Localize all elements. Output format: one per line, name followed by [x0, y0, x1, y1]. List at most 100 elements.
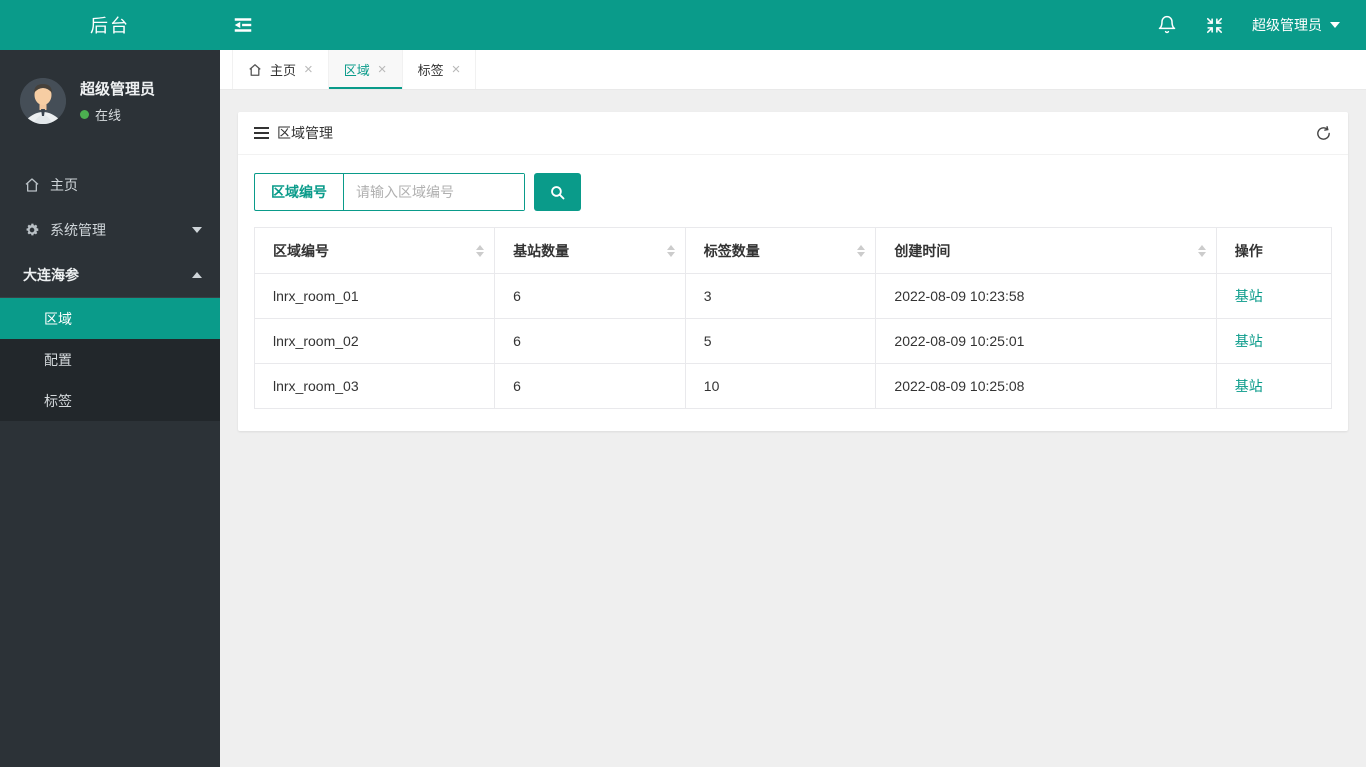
cell-area_id: lnrx_room_01 — [253, 273, 496, 319]
cell-base_stations: 6 — [494, 273, 686, 319]
sidebar-toggle-button[interactable] — [220, 0, 266, 50]
card-header: 区域管理 — [238, 112, 1348, 155]
column-header-1: 基站数量 — [494, 227, 686, 274]
table-body: lnrx_room_01 6 3 2022-08-09 10:23:58 基站 lnrx_… — [253, 273, 1333, 409]
chevron-up-icon — [192, 271, 202, 278]
user-dropdown[interactable]: 超级管理员 — [1252, 15, 1340, 35]
base-station-link[interactable]: 基站 — [1235, 333, 1263, 349]
base-station-link[interactable]: 基站 — [1235, 288, 1263, 304]
sidebar-subitem-label: 配置 — [44, 351, 72, 368]
refresh-button[interactable] — [1315, 125, 1332, 142]
sidebar-item-label: 主页 — [50, 176, 78, 193]
cell-base_stations: 6 — [494, 363, 686, 409]
close-icon[interactable]: × — [378, 62, 387, 77]
online-status-dot — [80, 110, 89, 119]
tab-label: 区域 — [343, 63, 370, 78]
sidebar-subitem-label: 区域 — [44, 310, 72, 327]
tab-tags[interactable]: 标签 × — [403, 50, 477, 89]
column-label: 基站数量 — [513, 242, 570, 259]
cell-action: 基站 — [1215, 273, 1333, 319]
bell-icon — [1157, 15, 1177, 35]
cell-action: 基站 — [1215, 363, 1333, 409]
sort-icon[interactable] — [476, 244, 485, 257]
search-button[interactable] — [534, 173, 581, 211]
sidebar-item-system[interactable]: 系统管理 — [0, 207, 220, 252]
search-icon — [549, 184, 566, 201]
sidebar-item-dalian-haishen[interactable]: 大连海参 — [0, 252, 220, 297]
user-dropdown-label: 超级管理员 — [1252, 17, 1322, 33]
sidebar-item-label: 系统管理 — [50, 221, 106, 238]
notifications-button[interactable] — [1157, 15, 1177, 35]
column-header-4: 操作 — [1215, 227, 1333, 274]
search-field-label: 区域编号 — [255, 174, 344, 210]
column-header-0: 区域编号 — [253, 227, 496, 274]
sidebar-subitem-label: 标签 — [44, 392, 72, 409]
menu-toggle-icon — [232, 14, 254, 36]
column-label: 区域编号 — [273, 242, 329, 259]
app-logo[interactable]: 后台 — [0, 0, 220, 50]
cell-created_at: 2022-08-09 10:25:08 — [875, 363, 1217, 409]
tab-label: 主页 — [270, 63, 297, 78]
sort-icon[interactable] — [666, 244, 675, 257]
avatar[interactable] — [20, 78, 66, 124]
column-label: 标签数量 — [703, 242, 760, 259]
chevron-down-icon — [192, 226, 202, 233]
search-input[interactable] — [344, 174, 524, 210]
main-content: 主页 × 区域 × 标签 × 区域管理 区域编号 请输入区域编号 区域编号 基站… — [220, 0, 1366, 767]
home-icon — [23, 177, 41, 193]
user-panel: 超级管理员 在线 — [0, 50, 220, 148]
sort-icon[interactable] — [1197, 244, 1206, 257]
chevron-down-icon — [1330, 22, 1340, 28]
cell-created_at: 2022-08-09 10:25:01 — [875, 318, 1217, 364]
list-icon — [254, 127, 269, 139]
column-label: 创建时间 — [894, 242, 951, 259]
cell-tags: 10 — [684, 363, 877, 409]
sidebar: 超级管理员 在线 主页 系统管理 大连海参 区域 配置 标签 — [0, 50, 220, 767]
cell-tags: 5 — [684, 318, 877, 364]
sidebar-subitem-tags[interactable]: 标签 — [0, 380, 220, 421]
cell-action: 基站 — [1215, 318, 1333, 364]
navbar-spacer — [266, 0, 1157, 50]
gear-icon — [23, 222, 41, 238]
area-management-card: 区域管理 区域编号 请输入区域编号 区域编号 基站数量 标签数量 创建时间 操作… — [238, 112, 1348, 431]
search-group: 区域编号 — [254, 173, 525, 211]
user-status-label: 在线 — [95, 108, 122, 123]
close-icon[interactable]: × — [304, 62, 313, 77]
tab-home[interactable]: 主页 × — [232, 50, 329, 89]
compress-icon — [1205, 16, 1224, 35]
table-row: lnrx_room_02 6 5 2022-08-09 10:25:01 基站 — [253, 318, 1333, 364]
home-icon — [248, 63, 262, 77]
table-row: lnrx_room_03 6 10 2022-08-09 10:25:08 基站 — [253, 363, 1333, 409]
sidebar-subitem-area[interactable]: 区域 — [0, 298, 220, 339]
area-table: 区域编号 基站数量 标签数量 创建时间 操作 lnrx_room_01 6 3 2022-08… — [253, 227, 1333, 409]
sidebar-subitem-config[interactable]: 配置 — [0, 339, 220, 380]
card-body: 区域编号 区域编号基站数量标签数量创建时间操作 lnrx_room_016320… — [238, 155, 1348, 431]
user-name: 超级管理员 — [80, 81, 156, 98]
tab-area[interactable]: 区域 × — [328, 50, 403, 89]
cell-created_at: 2022-08-09 10:23:58 — [875, 273, 1217, 319]
table-row: lnrx_room_01 6 3 2022-08-09 10:23:58 基站 — [253, 273, 1333, 319]
sort-icon[interactable] — [857, 244, 866, 257]
cell-base_stations: 6 — [494, 318, 686, 364]
column-label: 操作 — [1234, 242, 1263, 259]
page-body: 区域管理 区域编号 请输入区域编号 区域编号 基站数量 标签数量 创建时间 操作… — [220, 90, 1366, 767]
cell-tags: 3 — [684, 273, 877, 319]
sidebar-submenu: 区域 配置 标签 — [0, 297, 220, 421]
page-title: 区域管理 — [277, 125, 333, 141]
top-navbar: 后台 超级管理员 — [0, 0, 1366, 50]
sidebar-item-home[interactable]: 主页 — [0, 162, 220, 207]
cell-area_id: lnrx_room_03 — [253, 363, 496, 409]
table-header-row: 区域编号 基站数量 标签数量 创建时间 操作 — [253, 227, 1333, 274]
column-header-3: 创建时间 — [875, 227, 1217, 274]
tab-label: 标签 — [417, 63, 444, 78]
fullscreen-button[interactable] — [1205, 16, 1224, 35]
cell-area_id: lnrx_room_02 — [253, 318, 496, 364]
refresh-icon — [1315, 125, 1332, 142]
close-icon[interactable]: × — [452, 62, 461, 77]
sidebar-menu: 主页 系统管理 大连海参 区域 配置 标签 — [0, 162, 220, 421]
search-row: 区域编号 — [254, 173, 1332, 211]
column-header-2: 标签数量 — [684, 227, 877, 274]
base-station-link[interactable]: 基站 — [1235, 378, 1263, 394]
tab-bar: 主页 × 区域 × 标签 × — [220, 50, 1366, 90]
sidebar-item-label: 大连海参 — [23, 266, 79, 283]
